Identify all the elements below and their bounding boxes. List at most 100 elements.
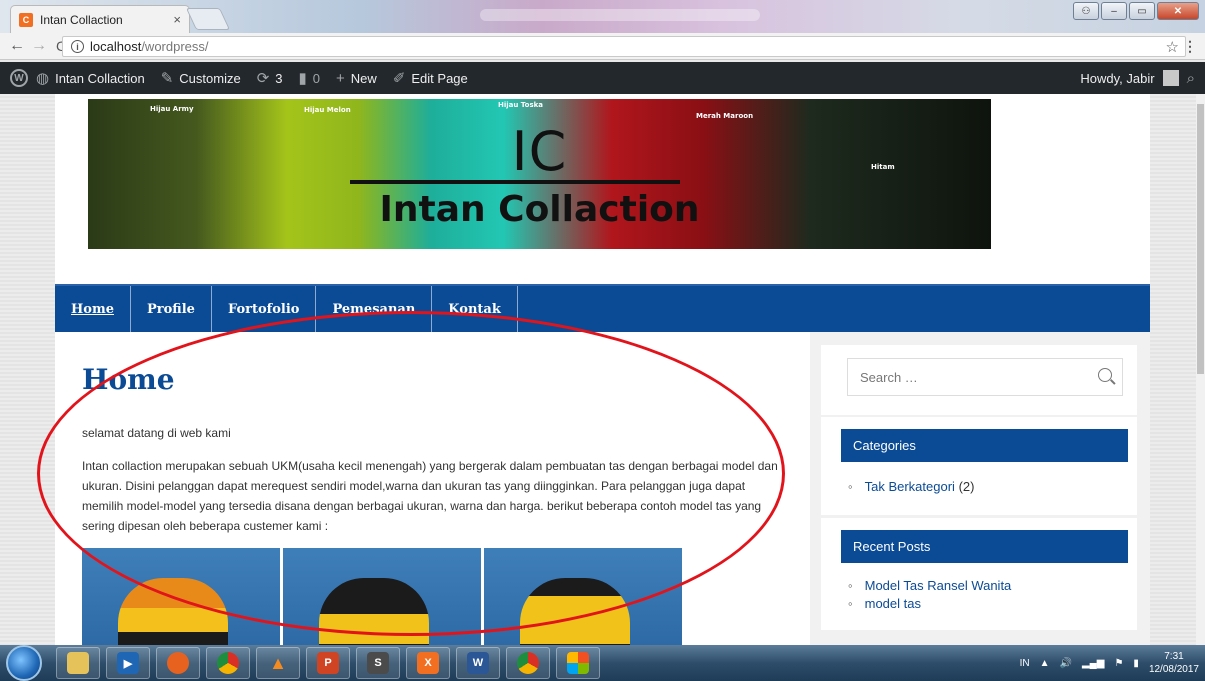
language-indicator[interactable]: IN bbox=[1020, 658, 1030, 669]
close-window-icon[interactable]: ✕ bbox=[1157, 2, 1199, 20]
browser-tab[interactable]: C Intan Collaction × bbox=[10, 5, 190, 33]
admin-edit-page[interactable]: ✐ Edit Page bbox=[385, 62, 476, 94]
recent-post-link[interactable]: Model Tas Ransel Wanita bbox=[865, 578, 1012, 593]
site-favicon-icon: C bbox=[19, 12, 33, 27]
show-hidden-icon[interactable]: ▲ bbox=[1040, 658, 1050, 669]
vlc-cone-icon: ▲ bbox=[269, 652, 287, 673]
clock[interactable]: 7:31 12/08/2017 bbox=[1149, 650, 1199, 676]
pencil-icon: ✐ bbox=[392, 70, 406, 87]
explorer-button[interactable] bbox=[56, 647, 100, 679]
firefox-button[interactable] bbox=[156, 647, 200, 679]
forward-icon[interactable]: → bbox=[28, 37, 50, 55]
wp-admin-bar: W ◍ Intan Collaction ✎ Customize ⟳ 3 ▮ 0… bbox=[0, 62, 1205, 94]
maximize-icon[interactable]: ▭ bbox=[1129, 2, 1155, 20]
chrome-icon bbox=[217, 652, 239, 674]
word-button[interactable]: W bbox=[456, 647, 500, 679]
flag-icon[interactable]: ⚑ bbox=[1114, 658, 1123, 669]
category-link[interactable]: Tak Berkategori bbox=[865, 479, 955, 494]
minimize-icon[interactable]: – bbox=[1101, 2, 1127, 20]
categories-title: Categories bbox=[841, 429, 1128, 462]
search-icon[interactable] bbox=[1098, 368, 1112, 382]
list-item[interactable]: Tak Berkategori (2) bbox=[848, 478, 975, 496]
dashboard-icon: ◍ bbox=[36, 70, 50, 87]
browser-menu-icon[interactable]: ⋮ bbox=[1183, 38, 1197, 55]
browser-toolbar: ← → C i localhost /wordpress/ ☆ ⋮ bbox=[0, 33, 1205, 60]
site-name-label: Intan Collaction bbox=[55, 70, 145, 86]
xampp-icon: X bbox=[417, 652, 439, 674]
windows-logo-icon bbox=[567, 652, 589, 674]
vlc-button[interactable]: ▲ bbox=[256, 647, 300, 679]
search-icon[interactable]: ⌕ bbox=[1187, 70, 1195, 87]
start-button[interactable] bbox=[6, 645, 42, 681]
admin-new[interactable]: + New bbox=[328, 62, 385, 94]
nav-home[interactable]: Home bbox=[55, 286, 131, 332]
search-placeholder: Search … bbox=[860, 369, 918, 385]
nav-profile[interactable]: Profile bbox=[131, 286, 212, 332]
customize-label: Customize bbox=[179, 70, 241, 86]
address-bar[interactable]: i localhost /wordpress/ bbox=[62, 36, 1186, 57]
url-path: /wordpress/ bbox=[141, 39, 209, 54]
category-count: (2) bbox=[958, 479, 975, 494]
blurred-window-title bbox=[480, 9, 760, 21]
recent-posts-title: Recent Posts bbox=[841, 530, 1128, 563]
page-background-right bbox=[1150, 94, 1196, 645]
play-icon: ▶ bbox=[117, 652, 139, 674]
list-item[interactable]: model tas bbox=[848, 595, 1011, 613]
signal-icon[interactable]: ▂▄▆ bbox=[1082, 658, 1104, 669]
xampp-button[interactable]: X bbox=[406, 647, 450, 679]
window-controls: ⚇ – ▭ ✕ bbox=[1073, 2, 1199, 20]
annotation-oval bbox=[37, 311, 785, 636]
recent-post-link[interactable]: model tas bbox=[865, 596, 921, 611]
sublime-button[interactable]: S bbox=[356, 647, 400, 679]
clock-time: 7:31 bbox=[1164, 651, 1184, 662]
windows-app-button[interactable] bbox=[556, 647, 600, 679]
admin-comments[interactable]: ▮ 0 bbox=[291, 62, 329, 94]
new-tab-button[interactable] bbox=[185, 8, 231, 30]
media-player-button[interactable]: ▶ bbox=[106, 647, 150, 679]
header-banner: Hijau Army Hijau Melon Hijau Toska Merah… bbox=[88, 99, 991, 249]
bookmark-star-icon[interactable]: ☆ bbox=[1166, 38, 1179, 56]
folder-icon bbox=[67, 652, 89, 674]
back-icon[interactable]: ← bbox=[6, 37, 28, 55]
main-navigation: Home Profile Fortofolio Pemesanan Kontak bbox=[55, 284, 1150, 332]
brush-icon: ✎ bbox=[160, 70, 174, 87]
bag-label: Merah Maroon bbox=[696, 112, 754, 120]
admin-customize[interactable]: ✎ Customize bbox=[153, 62, 249, 94]
volume-icon[interactable]: 🔊 bbox=[1060, 658, 1072, 669]
info-icon[interactable]: i bbox=[71, 40, 84, 53]
list-item[interactable]: Model Tas Ransel Wanita bbox=[848, 577, 1012, 595]
admin-site-name[interactable]: ◍ Intan Collaction bbox=[28, 62, 153, 94]
profile-icon[interactable]: ⚇ bbox=[1073, 2, 1099, 20]
powerpoint-button[interactable]: P bbox=[306, 647, 350, 679]
logo-divider bbox=[350, 180, 680, 184]
clock-date: 12/08/2017 bbox=[1148, 664, 1199, 675]
howdy-user[interactable]: Howdy, Jabir bbox=[1080, 71, 1154, 86]
bag-label: Hijau Melon bbox=[304, 106, 351, 114]
bag-label: Hijau Toska bbox=[498, 101, 544, 109]
word-icon: W bbox=[467, 652, 489, 674]
admin-updates[interactable]: ⟳ 3 bbox=[249, 62, 291, 94]
firefox-icon bbox=[167, 652, 189, 674]
url-host: localhost bbox=[90, 39, 142, 54]
recent-posts-list: Model Tas Ransel Wanita model tas bbox=[848, 577, 1012, 613]
chrome-button[interactable] bbox=[206, 647, 250, 679]
browser-tabstrip: C Intan Collaction × ⚇ – ▭ ✕ bbox=[0, 0, 1205, 33]
tab-title: Intan Collaction bbox=[40, 12, 123, 27]
plus-icon: + bbox=[336, 69, 345, 87]
sublime-icon: S bbox=[367, 652, 389, 674]
avatar[interactable] bbox=[1162, 70, 1179, 86]
chrome-window-button[interactable] bbox=[506, 647, 550, 679]
page-background-left bbox=[0, 94, 55, 645]
updates-count: 3 bbox=[275, 70, 283, 86]
wordpress-logo-icon[interactable]: W bbox=[10, 69, 28, 87]
windows-taskbar: ▶ ▲ P S X W IN ▲ 🔊 ▂▄▆ ⚑ ▮ 7:31 12/08/20… bbox=[0, 645, 1205, 681]
scrollbar-thumb[interactable] bbox=[1197, 104, 1204, 374]
logo-name: Intan Collaction bbox=[379, 189, 700, 230]
search-input[interactable]: Search … bbox=[847, 358, 1123, 396]
powerpoint-icon: P bbox=[317, 652, 339, 674]
chrome-icon bbox=[517, 652, 539, 674]
edit-page-label: Edit Page bbox=[411, 70, 468, 86]
battery-icon[interactable]: ▮ bbox=[1133, 658, 1139, 669]
updates-icon: ⟳ bbox=[256, 70, 270, 87]
close-tab-icon[interactable]: × bbox=[173, 12, 181, 27]
